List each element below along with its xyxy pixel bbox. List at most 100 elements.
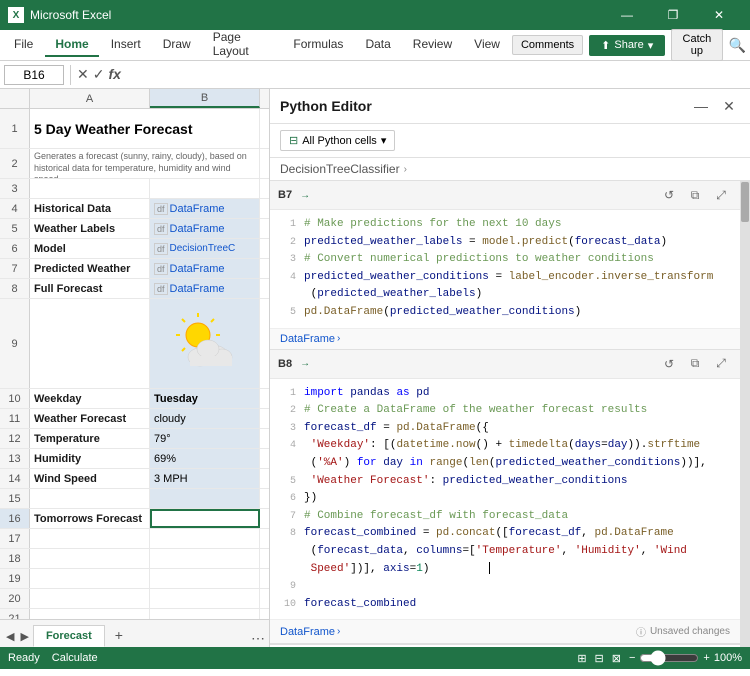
cell-15b[interactable]: [150, 489, 260, 508]
zoom-minus[interactable]: −: [629, 652, 635, 664]
cell-20b[interactable]: [150, 589, 260, 608]
expand-button-b7[interactable]: ⤢: [710, 185, 732, 205]
cell-12b[interactable]: 79°: [150, 429, 260, 448]
share-button[interactable]: ⬆ Share ▾: [589, 35, 665, 56]
col-header-a[interactable]: A: [30, 89, 150, 108]
tab-insert[interactable]: Insert: [101, 33, 151, 57]
comments-button[interactable]: Comments: [512, 35, 583, 55]
all-python-cells-filter[interactable]: ⊟ All Python cells ▾: [280, 130, 395, 151]
cell-17b[interactable]: [150, 529, 260, 548]
nav-prev[interactable]: ◀: [4, 628, 16, 645]
function-icon[interactable]: fx: [108, 66, 120, 83]
cell-reference-box[interactable]: B16: [4, 65, 64, 85]
cell-b7-output: DataFrame ›: [270, 328, 740, 349]
editor-minimize-button[interactable]: —: [690, 95, 712, 117]
cell-b7-run-link[interactable]: →: [300, 190, 310, 201]
cell-b7-output-link[interactable]: DataFrame ›: [280, 333, 340, 345]
cell-7b[interactable]: dfDataFrame: [150, 259, 260, 278]
cell-19a[interactable]: [30, 569, 150, 588]
cell-8b[interactable]: dfDataFrame: [150, 279, 260, 298]
cell-14b[interactable]: 3 MPH: [150, 469, 260, 488]
minimize-button[interactable]: —: [604, 0, 650, 30]
restore-button[interactable]: ❐: [650, 0, 696, 30]
tab-draw[interactable]: Draw: [153, 33, 201, 57]
cell-15a[interactable]: [30, 489, 150, 508]
close-button[interactable]: ✕: [696, 0, 742, 30]
undo-button-b8[interactable]: ↺: [658, 354, 680, 374]
tab-review[interactable]: Review: [403, 33, 462, 57]
code-cell-b7: B7 → ↺ ⧉ ⤢ 1# Make predictions for the n…: [270, 181, 740, 350]
catch-up-button[interactable]: Catch up: [671, 29, 722, 61]
cell-10a[interactable]: Weekday: [30, 389, 150, 408]
cell-14a[interactable]: Wind Speed: [30, 469, 150, 488]
cell-9a[interactable]: [30, 299, 150, 388]
cell-6b[interactable]: dfDecisionTreeC: [150, 239, 260, 258]
nav-next[interactable]: ▶: [18, 628, 30, 645]
tab-home[interactable]: Home: [45, 33, 98, 57]
copy-button-b8[interactable]: ⧉: [684, 354, 706, 374]
cell-1a[interactable]: 5 Day Weather Forecast: [30, 109, 260, 148]
python-editor: Python Editor — ✕ ⊟ All Python cells ▾ D…: [270, 89, 750, 647]
cell-5a[interactable]: Weather Labels: [30, 219, 150, 238]
tab-file[interactable]: File: [4, 33, 43, 57]
scroll-thumb[interactable]: [741, 182, 749, 222]
cell-21b[interactable]: [150, 609, 260, 619]
cell-2a[interactable]: Generates a forecast (sunny, rainy, clou…: [30, 149, 260, 178]
undo-button-b7[interactable]: ↺: [658, 185, 680, 205]
breadcrumb[interactable]: DecisionTreeClassifier ›: [280, 162, 740, 176]
cell-18b[interactable]: [150, 549, 260, 568]
col-header-b[interactable]: B: [150, 89, 260, 108]
cross-icon[interactable]: ✕: [77, 66, 89, 83]
sheet-tab-forecast[interactable]: Forecast: [33, 625, 105, 647]
cell-21a[interactable]: [30, 609, 150, 619]
row-num-6: 6: [0, 239, 30, 258]
cell-16b[interactable]: [150, 509, 260, 528]
cell-20a[interactable]: [30, 589, 150, 608]
tab-formulas[interactable]: Formulas: [283, 33, 353, 57]
cell-11b[interactable]: cloudy: [150, 409, 260, 428]
cell-11a[interactable]: Weather Forecast: [30, 409, 150, 428]
formula-input[interactable]: [125, 66, 746, 84]
code-cell-b8-content[interactable]: 1import pandas as pd 2# Create a DataFra…: [270, 379, 740, 620]
cell-6a[interactable]: Model: [30, 239, 150, 258]
cell-4a[interactable]: Historical Data: [30, 199, 150, 218]
zoom-plus[interactable]: +: [703, 652, 709, 664]
add-python-cell-bar[interactable]: + Add Python cell in B16: [270, 644, 740, 647]
cell-3b[interactable]: [150, 179, 260, 198]
cell-b8-label: B8 →: [278, 358, 654, 370]
cell-b8-output-link[interactable]: DataFrame ›: [280, 626, 340, 638]
cell-18a[interactable]: [30, 549, 150, 568]
cell-16a[interactable]: Tomorrows Forecast: [30, 509, 150, 528]
copy-button-b7[interactable]: ⧉: [684, 185, 706, 205]
check-icon[interactable]: ✓: [93, 66, 105, 83]
tab-page-layout[interactable]: Page Layout: [203, 26, 282, 64]
cell-17a[interactable]: [30, 529, 150, 548]
editor-scrollbar[interactable]: [740, 181, 750, 647]
tab-data[interactable]: Data: [355, 33, 400, 57]
cell-9b-weather-icon[interactable]: [150, 299, 260, 388]
cell-8a[interactable]: Full Forecast: [30, 279, 150, 298]
cell-b8-run-link[interactable]: →: [300, 358, 310, 369]
cell-3a[interactable]: [30, 179, 150, 198]
add-sheet-button[interactable]: +: [107, 623, 131, 647]
filter-label: All Python cells: [302, 135, 377, 147]
cell-4b[interactable]: dfDataFrame: [150, 199, 260, 218]
table-row: 6 Model dfDecisionTreeC: [0, 239, 269, 259]
cell-5b[interactable]: dfDataFrame: [150, 219, 260, 238]
cell-7a[interactable]: Predicted Weather: [30, 259, 150, 278]
page-layout-icon[interactable]: ⊟: [595, 652, 604, 665]
tab-view[interactable]: View: [464, 33, 510, 57]
cell-13a[interactable]: Humidity: [30, 449, 150, 468]
expand-button-b8[interactable]: ⤢: [710, 354, 732, 374]
cell-13b[interactable]: 69%: [150, 449, 260, 468]
cell-10b[interactable]: Tuesday: [150, 389, 260, 408]
cell-12a[interactable]: Temperature: [30, 429, 150, 448]
editor-close-button[interactable]: ✕: [718, 95, 740, 117]
page-break-icon[interactable]: ⊠: [612, 652, 621, 665]
search-button[interactable]: 🔍: [729, 34, 746, 56]
cell-19b[interactable]: [150, 569, 260, 588]
code-cell-b7-content[interactable]: 1# Make predictions for the next 10 days…: [270, 210, 740, 328]
sheet-options[interactable]: ⋯: [251, 630, 265, 647]
zoom-slider[interactable]: [639, 650, 699, 666]
normal-view-icon[interactable]: ⊞: [577, 652, 586, 665]
